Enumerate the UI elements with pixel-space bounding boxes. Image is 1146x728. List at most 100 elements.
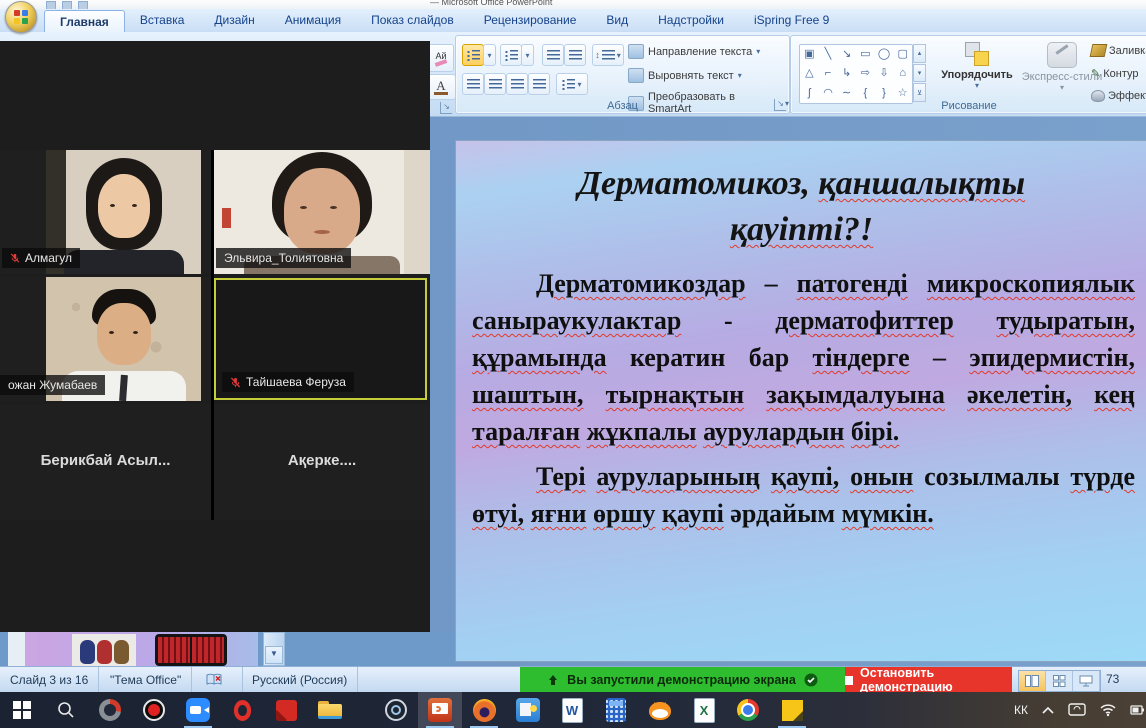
shapes-gallery[interactable]: ▣ ╲ ↘ ▭ ◯ ▢ △ ⌐ ↳ ⇨ ⇩ ⌂ ʃ ◠ ∼ {} ☆ xyxy=(799,44,913,104)
numbering-dropdown[interactable]: ▾ xyxy=(521,44,534,66)
participant-tile-feruza-active[interactable]: Тайшаева Феруза xyxy=(214,278,427,400)
slide-canvas[interactable]: Дерматомикоз, қаншалықты қауіпті?! Дерма… xyxy=(455,140,1146,662)
line-spacing-button[interactable]: ↕▾ xyxy=(592,44,624,66)
text-direction-command[interactable]: Направление текста▾ xyxy=(628,44,760,59)
slide-title[interactable]: Дерматомикоз, қаншалықты қауіпті?! xyxy=(486,161,1117,253)
tab-Главная[interactable]: Главная xyxy=(44,10,125,32)
shape-item-icon[interactable]: } xyxy=(882,88,886,99)
participant-tile-akerke[interactable]: Ақерке.... xyxy=(214,404,430,520)
bullets-dropdown[interactable]: ▾ xyxy=(483,44,496,66)
quick-access-toolbar[interactable] xyxy=(46,1,88,9)
taskbar-file-explorer[interactable] xyxy=(308,692,352,728)
keyboard-language-indicator[interactable]: КК xyxy=(1014,703,1028,717)
numbering-button[interactable] xyxy=(500,44,522,66)
spellcheck-indicator[interactable] xyxy=(196,667,243,693)
theme-indicator[interactable]: "Тема Office" xyxy=(100,667,192,693)
zoom-meeting-window[interactable]: Алмагул Эльвира_Толиятовна ожан Жумабаев… xyxy=(0,41,430,632)
security-shield-icon[interactable] xyxy=(804,673,818,687)
scroll-down-arrow-icon[interactable]: ▼ xyxy=(265,646,283,664)
shapes-scroll-down-icon[interactable]: ▾ xyxy=(913,64,926,83)
participant-tile-elvira[interactable]: Эльвира_Толиятовна xyxy=(214,150,430,274)
slide-body-textbox[interactable]: Дерматомикоздар – патогенді микроскопиял… xyxy=(472,265,1135,540)
participant-tile-zhumabaev[interactable]: ожан Жумабаев xyxy=(0,277,211,401)
tab-Рецензирование[interactable]: Рецензирование xyxy=(469,9,592,32)
shape-fill-command[interactable]: Заливка xyxy=(1091,44,1146,57)
shape-item-icon[interactable]: ⌂ xyxy=(899,68,906,79)
taskbar-recorder-app[interactable] xyxy=(132,692,176,728)
shape-item-icon[interactable]: ◯ xyxy=(878,49,890,60)
taskbar-firefox[interactable] xyxy=(462,692,506,728)
shape-item-icon[interactable]: ∼ xyxy=(842,88,851,99)
participant-tile-berikbai[interactable]: Берикбай Асыл... xyxy=(0,404,211,520)
font-dialog-launcher[interactable]: ↘ xyxy=(440,102,452,114)
connect-display-icon[interactable] xyxy=(1068,703,1086,717)
taskbar-word[interactable]: W xyxy=(550,692,594,728)
arrange-button[interactable]: Упорядочить ▾ xyxy=(939,42,1015,90)
shape-item-icon[interactable]: ⌐ xyxy=(825,68,831,79)
tab-Надстройки[interactable]: Надстройки xyxy=(643,9,739,32)
taskbar-photos-app[interactable] xyxy=(506,692,550,728)
tab-Вставка[interactable]: Вставка xyxy=(125,9,200,32)
increase-indent-button[interactable] xyxy=(564,44,586,66)
language-indicator[interactable]: Русский (Россия) xyxy=(242,667,358,693)
shape-item-icon[interactable]: ╲ xyxy=(825,49,832,60)
taskbar-powerpoint[interactable] xyxy=(418,692,462,728)
shape-item-icon[interactable]: ⇩ xyxy=(879,68,888,79)
align-text-command[interactable]: Выровнять текст▾ xyxy=(628,68,742,83)
columns-button[interactable]: ▾ xyxy=(556,73,588,95)
tray-chevron-up-icon[interactable] xyxy=(1041,706,1055,715)
justify-button[interactable] xyxy=(528,73,550,95)
taskbar-zoom-app[interactable] xyxy=(176,692,220,728)
stop-share-button[interactable]: Остановить демонстрацию xyxy=(845,667,1012,693)
shape-item-icon[interactable]: ☆ xyxy=(898,88,908,99)
taskbar-excel[interactable]: X xyxy=(682,692,726,728)
office-button[interactable] xyxy=(5,1,37,33)
taskbar-scratch[interactable] xyxy=(638,692,682,728)
shapes-gallery-scroll[interactable]: ▴ ▾ ⊻ xyxy=(913,44,926,102)
paragraph-dialog-launcher[interactable]: ↘ xyxy=(774,99,786,111)
taskbar-search-button[interactable] xyxy=(44,692,88,728)
wifi-icon[interactable] xyxy=(1099,703,1117,717)
start-button[interactable] xyxy=(0,692,44,728)
shape-item-icon[interactable]: { xyxy=(863,88,867,99)
tab-iSpring Free 9[interactable]: iSpring Free 9 xyxy=(739,9,844,32)
tab-Дизайн[interactable]: Дизайн xyxy=(199,9,269,32)
shape-item-icon[interactable]: ◠ xyxy=(823,88,833,99)
shape-outline-command[interactable]: ✎ Контур xyxy=(1091,67,1138,80)
shape-item-icon[interactable]: ʃ xyxy=(808,88,810,99)
slide-sorter-view-button[interactable] xyxy=(1046,671,1073,691)
clear-formatting-button[interactable]: Ай xyxy=(428,44,454,72)
slide-counter[interactable]: Слайд 3 из 16 xyxy=(0,667,99,693)
shape-item-icon[interactable]: △ xyxy=(805,68,813,79)
taskbar-capture-app[interactable] xyxy=(88,692,132,728)
taskbar-sticky-notes[interactable] xyxy=(770,692,814,728)
taskbar-calculator[interactable] xyxy=(594,692,638,728)
align-right-button[interactable] xyxy=(506,73,528,95)
shape-item-icon[interactable]: ↳ xyxy=(842,68,851,79)
normal-view-button[interactable] xyxy=(1019,671,1046,691)
taskbar-opera[interactable] xyxy=(220,692,264,728)
slideshow-view-button[interactable] xyxy=(1073,671,1100,691)
slide-thumbnail-partial[interactable] xyxy=(25,632,258,666)
battery-icon[interactable] xyxy=(1130,704,1144,716)
taskbar-recorder2-app[interactable] xyxy=(374,692,418,728)
shape-item-icon[interactable]: ▭ xyxy=(860,49,870,60)
shape-item-icon[interactable]: ⇨ xyxy=(861,68,870,79)
taskbar-chrome[interactable] xyxy=(726,692,770,728)
taskbar-red-app[interactable] xyxy=(264,692,308,728)
participant-tile-almagul[interactable]: Алмагул xyxy=(0,150,211,274)
font-color-button[interactable]: А xyxy=(426,74,456,100)
bullets-button[interactable] xyxy=(462,44,484,66)
align-left-button[interactable] xyxy=(462,73,484,95)
tab-Анимация[interactable]: Анимация xyxy=(270,9,356,32)
vertical-scrollbar[interactable]: ▼ xyxy=(263,632,285,666)
shape-item-icon[interactable]: ▢ xyxy=(897,49,907,60)
shapes-scroll-up-icon[interactable]: ▴ xyxy=(913,44,926,63)
zoom-level[interactable]: 73 xyxy=(1106,672,1119,686)
align-center-button[interactable] xyxy=(484,73,506,95)
tab-Показ слайдов[interactable]: Показ слайдов xyxy=(356,9,469,32)
decrease-indent-button[interactable] xyxy=(542,44,564,66)
shape-item-icon[interactable]: ▣ xyxy=(804,49,814,60)
shape-item-icon[interactable]: ↘ xyxy=(842,49,851,60)
tab-Вид[interactable]: Вид xyxy=(591,9,643,32)
